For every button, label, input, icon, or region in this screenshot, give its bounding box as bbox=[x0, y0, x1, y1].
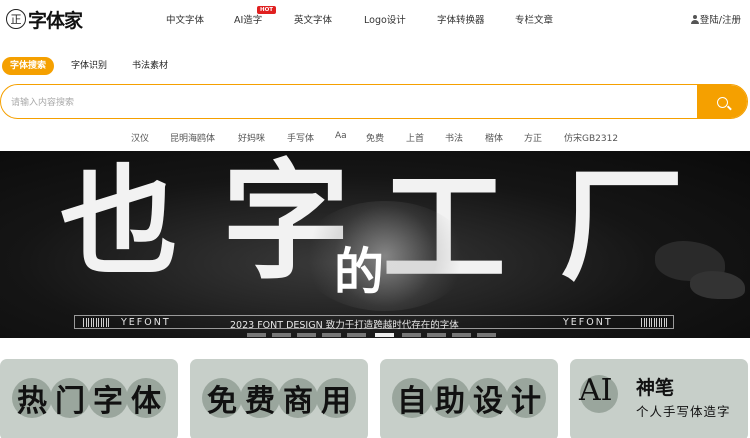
search-button[interactable] bbox=[697, 85, 747, 118]
nav-ai-font[interactable]: AI造字 bbox=[234, 12, 262, 26]
user-icon bbox=[690, 14, 699, 24]
banner-brand-left: YEFONT bbox=[121, 317, 171, 328]
card-ai-label: AI bbox=[579, 373, 613, 408]
carousel-dot[interactable] bbox=[427, 333, 446, 337]
search-tabs: 字体搜索 字体识别 书法素材 bbox=[0, 57, 750, 75]
carousel-dot[interactable] bbox=[297, 333, 316, 337]
tab-font-recognition[interactable]: 字体识别 bbox=[71, 57, 107, 75]
tag-item[interactable]: 仿宋GB2312 bbox=[564, 131, 618, 144]
card-glyph: 费 bbox=[240, 378, 280, 419]
search-icon bbox=[716, 97, 728, 108]
carousel-dot[interactable] bbox=[402, 333, 421, 337]
banner-char: 也 bbox=[60, 153, 179, 291]
card-glyph: 门 bbox=[50, 378, 90, 419]
card-ai-subtitle: 个人手写体造字 bbox=[636, 404, 731, 419]
login-label: 登陆/注册 bbox=[699, 15, 741, 26]
carousel-indicators bbox=[247, 333, 497, 338]
tag-item[interactable]: 楷体 bbox=[485, 131, 503, 144]
carousel-dot[interactable] bbox=[247, 333, 266, 337]
card-self-design[interactable]: 自 助 设 计 bbox=[380, 359, 558, 438]
card-glyph: 助 bbox=[430, 378, 470, 419]
tag-item[interactable]: 好妈咪 bbox=[238, 131, 265, 144]
hero-banner[interactable]: 也 字 工 厂 的 YEFONT 2023 FONT DESIGN 致力于打造跨… bbox=[0, 151, 750, 338]
top-header: 正 字体家 中文字体 AI造字 英文字体 Logo设计 字体转换器 专栏文章 H… bbox=[0, 0, 750, 38]
card-glyph: 热 bbox=[12, 378, 52, 419]
tag-item[interactable]: 方正 bbox=[524, 131, 542, 144]
card-glyph: 设 bbox=[468, 378, 508, 419]
carousel-dot[interactable] bbox=[272, 333, 291, 337]
tag-item[interactable]: 汉仪 bbox=[131, 131, 149, 144]
nav-chinese-fonts[interactable]: 中文字体 bbox=[166, 12, 204, 26]
tag-item[interactable]: 免费 bbox=[366, 131, 384, 144]
card-glyph: 自 bbox=[392, 378, 432, 419]
banner-info-strip: YEFONT 2023 FONT DESIGN 致力于打造跨越时代存在的字体 Y… bbox=[74, 315, 674, 331]
tag-item[interactable]: 上首 bbox=[406, 131, 424, 144]
card-free-commercial[interactable]: 免 费 商 用 bbox=[190, 359, 368, 438]
nav-articles[interactable]: 专栏文章 bbox=[515, 12, 553, 26]
card-glyph: 计 bbox=[506, 378, 546, 419]
quick-tags: 汉仪 昆明海鸥体 好妈咪 手写体 Aa 免费 上首 书法 楷体 方正 仿宋GB2… bbox=[0, 131, 750, 144]
carousel-dot[interactable] bbox=[477, 333, 496, 337]
carousel-dot[interactable] bbox=[452, 333, 471, 337]
banner-tagline: 2023 FONT DESIGN 致力于打造跨越时代存在的字体 bbox=[230, 320, 459, 331]
carousel-dot[interactable] bbox=[322, 333, 341, 337]
barcode-icon bbox=[641, 318, 667, 327]
nav-english-fonts[interactable]: 英文字体 bbox=[294, 12, 332, 26]
card-glyph: 商 bbox=[278, 378, 318, 419]
card-glyph: 体 bbox=[126, 378, 166, 419]
hot-badge: HOT bbox=[257, 6, 277, 14]
card-hot-fonts[interactable]: 热 门 字 体 bbox=[0, 359, 178, 438]
tab-calligraphy-material[interactable]: 书法素材 bbox=[132, 57, 168, 75]
carousel-dot[interactable] bbox=[347, 333, 366, 337]
main-nav: 中文字体 AI造字 英文字体 Logo设计 字体转换器 专栏文章 bbox=[0, 12, 750, 26]
card-ai-title: 神笔 bbox=[636, 377, 675, 399]
carousel-dot-active[interactable] bbox=[375, 333, 394, 337]
card-glyph: 免 bbox=[202, 378, 242, 419]
tag-item[interactable]: 书法 bbox=[445, 131, 463, 144]
search-input[interactable] bbox=[11, 93, 671, 111]
barcode-icon bbox=[83, 318, 109, 327]
tag-item[interactable]: Aa bbox=[335, 131, 347, 141]
banner-small-char: 的 bbox=[334, 243, 384, 301]
nav-logo-design[interactable]: Logo设计 bbox=[364, 12, 406, 26]
tab-font-search[interactable]: 字体搜索 bbox=[2, 57, 55, 75]
banner-smoke-effect bbox=[300, 201, 470, 311]
tag-item[interactable]: 手写体 bbox=[287, 131, 314, 144]
tag-item[interactable]: 昆明海鸥体 bbox=[170, 131, 215, 144]
banner-brand-right: YEFONT bbox=[563, 317, 613, 328]
login-link[interactable]: 登陆/注册 bbox=[690, 12, 741, 26]
card-glyph: 字 bbox=[88, 378, 128, 419]
nav-font-converter[interactable]: 字体转换器 bbox=[437, 12, 485, 26]
card-ai-handwriting[interactable]: AI 神笔 个人手写体造字 bbox=[570, 359, 748, 438]
banner-char: 厂 bbox=[560, 155, 685, 299]
search-bar bbox=[0, 84, 748, 119]
card-glyph: 用 bbox=[316, 378, 356, 419]
